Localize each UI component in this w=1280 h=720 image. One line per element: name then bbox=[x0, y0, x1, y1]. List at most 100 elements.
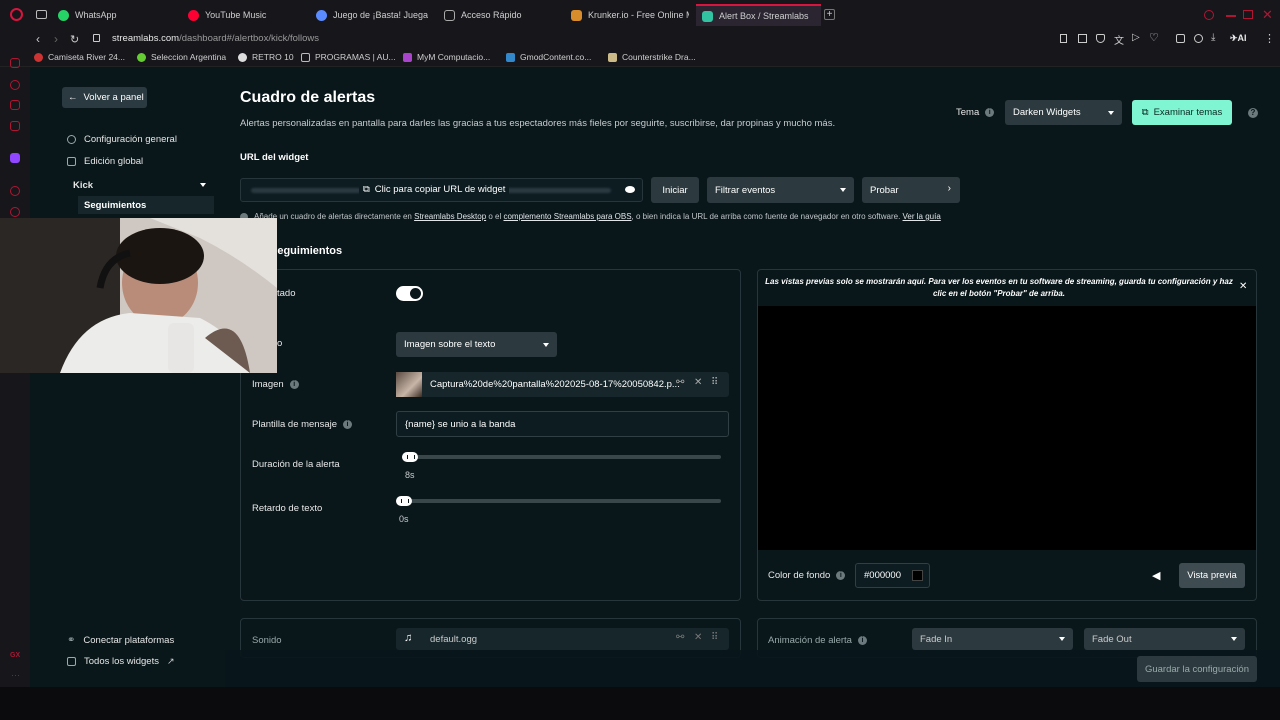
chevron-down-icon bbox=[1231, 637, 1237, 641]
filter-events-select[interactable]: Filtrar eventos bbox=[707, 177, 854, 203]
bookmark-item[interactable]: Camiseta River 24... bbox=[34, 52, 125, 62]
info-icon[interactable]: i bbox=[985, 107, 995, 117]
mail-icon[interactable] bbox=[10, 121, 20, 131]
save-settings-button[interactable]: Guardar la configuración bbox=[1137, 656, 1257, 682]
search-tabs-icon[interactable] bbox=[1204, 10, 1214, 20]
more-icon[interactable]: ⋮ bbox=[1264, 32, 1275, 45]
bookmark-item[interactable]: RETRO 10 bbox=[238, 52, 294, 62]
bookmark-item[interactable]: MyM Computacio... bbox=[403, 52, 490, 62]
info-icon[interactable]: i bbox=[857, 635, 867, 645]
bookmarks-bar: Camiseta River 24... Seleccion Argentina… bbox=[0, 50, 1280, 67]
tab-krunker[interactable]: Krunker.io - Free Online M bbox=[571, 4, 689, 26]
library-icon[interactable]: ⠿ bbox=[711, 632, 718, 643]
duration-slider-handle[interactable] bbox=[402, 452, 418, 462]
bookmark-item[interactable]: Counterstrike Dra... bbox=[608, 52, 696, 62]
play-icon[interactable]: ▷ bbox=[1132, 32, 1140, 43]
enabled-toggle[interactable] bbox=[396, 286, 423, 301]
clock-icon[interactable] bbox=[10, 207, 20, 217]
whatsapp-rail-icon[interactable] bbox=[10, 100, 20, 110]
bg-color-input[interactable]: #000000 bbox=[855, 563, 930, 588]
link-icon[interactable]: ⚯ bbox=[676, 377, 684, 388]
link-guide[interactable]: Ver la guía bbox=[903, 212, 941, 221]
shield-icon[interactable] bbox=[1096, 34, 1105, 43]
remove-icon[interactable]: ✕ bbox=[694, 632, 702, 643]
bookmark-label: RETRO 10 bbox=[252, 52, 294, 62]
duration-slider[interactable] bbox=[402, 455, 721, 459]
bookmark-item[interactable]: PROGRAMAS | AU... bbox=[301, 52, 396, 62]
pin-icon[interactable] bbox=[1060, 34, 1067, 43]
snapshot-icon[interactable] bbox=[1078, 34, 1087, 43]
new-tab-icon[interactable]: + bbox=[824, 9, 835, 20]
sidebar-item-label: Todos los widgets bbox=[84, 656, 159, 667]
tab-youtube-music[interactable]: YouTube Music bbox=[188, 4, 308, 26]
sidebar-connect-platforms[interactable]: ⚭ Conectar plataformas bbox=[67, 635, 174, 646]
external-link-icon: ⧉ bbox=[1141, 107, 1149, 118]
bookmark-item[interactable]: GmodContent.co... bbox=[506, 52, 591, 62]
remove-icon[interactable]: ✕ bbox=[694, 377, 702, 388]
layout-select[interactable]: Imagen sobre el texto bbox=[396, 332, 557, 357]
sidebar-platform-kick[interactable]: Kick bbox=[62, 176, 214, 194]
message-template-input[interactable]: {name} se unio a la banda bbox=[396, 411, 729, 437]
delay-slider-handle[interactable] bbox=[396, 496, 412, 506]
tab-alert-box[interactable]: Alert Box / Streamlabs bbox=[696, 4, 821, 26]
eye-icon[interactable] bbox=[625, 186, 635, 193]
maximize-icon[interactable] bbox=[1243, 10, 1253, 19]
sidebar-global-edit[interactable]: Edición global bbox=[67, 156, 143, 167]
theme-select[interactable]: Darken Widgets bbox=[1005, 100, 1122, 125]
info-icon[interactable]: i bbox=[343, 419, 353, 429]
gx-corner-label[interactable]: GX bbox=[10, 652, 20, 659]
delay-slider[interactable] bbox=[396, 499, 721, 503]
ai-button[interactable]: ✈AI bbox=[1230, 33, 1247, 44]
back-to-dashboard-button[interactable]: ← Volver a panel bbox=[62, 87, 147, 108]
sidebar-general-settings[interactable]: Configuración general bbox=[67, 134, 177, 145]
reload-icon[interactable]: ↻ bbox=[70, 33, 79, 46]
close-notice-icon[interactable]: ✕ bbox=[1239, 281, 1247, 292]
start-button[interactable]: Iniciar bbox=[651, 177, 699, 203]
link-icon[interactable]: ⚯ bbox=[676, 632, 684, 643]
library-icon[interactable]: ⠿ bbox=[711, 377, 718, 388]
share-icon[interactable] bbox=[1194, 34, 1203, 43]
info-icon[interactable]: i bbox=[289, 379, 299, 389]
tab-basta[interactable]: Juego de ¡Basta! Juega S bbox=[316, 4, 431, 26]
webcam-overlay bbox=[0, 218, 277, 373]
translate-icon[interactable]: 文 bbox=[1114, 32, 1124, 47]
aria-icon[interactable] bbox=[10, 58, 20, 68]
more-icon[interactable]: ··· bbox=[11, 670, 20, 680]
help-icon[interactable]: ? bbox=[1248, 108, 1258, 118]
tab-whatsapp[interactable]: WhatsApp bbox=[58, 4, 178, 26]
preview-button[interactable]: Vista previa bbox=[1179, 563, 1245, 588]
twitch-icon[interactable] bbox=[10, 153, 20, 163]
chevron-down-icon bbox=[200, 183, 206, 187]
messenger-icon[interactable] bbox=[10, 80, 20, 90]
back-icon[interactable]: ‹ bbox=[36, 32, 40, 46]
opera-menu-icon[interactable] bbox=[10, 8, 23, 21]
close-window-icon[interactable]: ✕ bbox=[1262, 7, 1273, 23]
download-icon[interactable]: ⤓ bbox=[1211, 32, 1215, 43]
page-description: Alertas personalizadas en pantalla para … bbox=[240, 118, 836, 129]
sidebar-all-widgets[interactable]: Todos los widgets ↗ bbox=[67, 656, 175, 667]
widget-url-field[interactable]: ⧉ Clic para copiar URL de widget bbox=[240, 178, 643, 202]
info-icon[interactable]: i bbox=[836, 570, 846, 580]
address-bar-row: ‹ › ↻ streamlabs.com/dashboard#/alertbox… bbox=[0, 30, 1280, 50]
tab-acceso-rapido[interactable]: Acceso Rápido bbox=[444, 4, 559, 26]
copy-url-button[interactable]: ⧉ Clic para copiar URL de widget bbox=[359, 184, 510, 195]
theme-label: Tema i bbox=[956, 107, 995, 118]
link-streamlabs-desktop[interactable]: Streamlabs Desktop bbox=[414, 212, 486, 221]
extensions-icon[interactable] bbox=[1176, 34, 1185, 43]
color-swatch[interactable] bbox=[912, 570, 923, 581]
test-select[interactable]: Probar › bbox=[862, 177, 960, 203]
forward-icon[interactable]: › bbox=[54, 32, 58, 46]
tab-overview-icon[interactable] bbox=[36, 10, 47, 19]
url-field[interactable]: streamlabs.com/dashboard#/alertbox/kick/… bbox=[112, 33, 319, 44]
animation-out-select[interactable]: Fade Out bbox=[1084, 628, 1245, 650]
sidebar-item-follows[interactable]: Seguimientos bbox=[78, 196, 214, 214]
link-obs-plugin[interactable]: complemento Streamlabs para OBS bbox=[503, 212, 631, 221]
animation-in-select[interactable]: Fade In bbox=[912, 628, 1073, 650]
delay-value: 0s bbox=[399, 514, 409, 524]
volume-icon[interactable]: ◀︎ bbox=[1152, 569, 1160, 582]
player-icon[interactable] bbox=[10, 186, 20, 196]
bookmark-item[interactable]: Seleccion Argentina bbox=[137, 52, 226, 62]
explore-themes-button[interactable]: ⧉ Examinar temas bbox=[1132, 100, 1232, 125]
minimize-icon[interactable] bbox=[1226, 15, 1236, 17]
heart-icon[interactable]: ♡ bbox=[1149, 31, 1159, 44]
